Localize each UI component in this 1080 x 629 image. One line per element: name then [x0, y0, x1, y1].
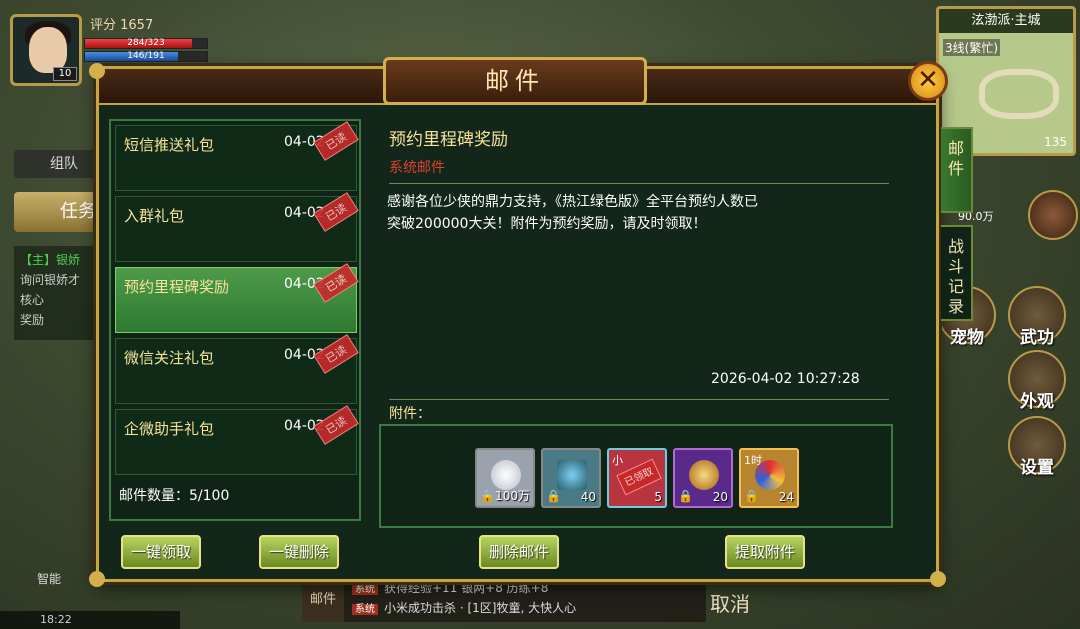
- mp-text: 146/191: [127, 51, 165, 61]
- item-qty: 40: [580, 490, 596, 504]
- mail-name: 企微助手礼包: [124, 420, 215, 438]
- flame-swirl-icon[interactable]: 1时 🔒 24: [739, 448, 799, 508]
- attachments-label: 附件：: [389, 406, 431, 422]
- settings-button-label: 设置: [1020, 458, 1054, 478]
- player-avatar[interactable]: 10: [10, 14, 82, 86]
- mail-timestamp: 2026-04-02 10:27:28: [711, 371, 860, 387]
- quest-desc: 询问银娇才: [20, 273, 81, 287]
- lock-icon: 🔒: [546, 489, 561, 503]
- mail-body-line: 感谢各位少侠的鼎力支持，《热江绿色版》全平台预约人数已: [387, 194, 758, 210]
- hp-text: 284/323: [127, 38, 165, 48]
- mail-body: 感谢各位少侠的鼎力支持，《热江绿色版》全平台预约人数已 突破200000大关！附…: [387, 191, 857, 235]
- chat-text: 小米成功击杀 · [1区]牧童, 大快人心: [384, 601, 577, 615]
- divider: [389, 183, 889, 184]
- item-top-label: 小: [612, 454, 623, 467]
- mail-item[interactable]: 短信推送礼包 04-02 已读: [115, 121, 359, 191]
- chat-strip[interactable]: 邮件 系统 获得经验+11 银两+8 历练+8 系统 小米成功击杀 · [1区]牧童…: [302, 578, 706, 622]
- item-qty: 20: [712, 490, 728, 504]
- settings-button[interactable]: 设置: [1008, 416, 1066, 478]
- server-line[interactable]: 3线(繁忙): [943, 39, 1000, 56]
- mail-list[interactable]: 短信推送礼包 04-02 已读 入群礼包 04-02 已读 预约里程碑奖励 04…: [109, 119, 361, 521]
- gold-coin-icon[interactable]: 🔒 20: [673, 448, 733, 508]
- mail-name: 入群礼包: [124, 207, 185, 225]
- read-stamp: 已读: [313, 334, 359, 374]
- minimap-coords: 135: [1044, 135, 1067, 149]
- minimap-title: 泫渤派·主城: [939, 9, 1073, 33]
- mail-item[interactable]: 微信关注礼包 04-02 已读: [115, 334, 359, 404]
- mail-item[interactable]: 企微助手礼包 04-02 已读: [115, 405, 359, 475]
- mail-item[interactable]: 入群礼包 04-02 已读: [115, 192, 359, 262]
- quest-main-line: 【主】银娇: [20, 253, 81, 267]
- clock-text: 18:22: [40, 613, 72, 626]
- mail-dialog: 邮件 ✕ 短信推送礼包 04-02 已读 入群礼包 04-02 已读 预约里程碑…: [89, 57, 973, 587]
- quest-reward-label-2: 奖励: [20, 313, 45, 327]
- read-stamp: 已读: [313, 263, 359, 303]
- corner-ornament: [89, 571, 105, 587]
- corner-ornament: [89, 63, 105, 79]
- mail-name: 微信关注礼包: [124, 349, 215, 367]
- silver-ingot-icon[interactable]: 🔒 100万: [475, 448, 535, 508]
- tab-mail[interactable]: 邮件: [941, 127, 973, 213]
- minimap-path: [979, 69, 1059, 119]
- lock-icon: 🔒: [480, 489, 495, 503]
- delete-all-button[interactable]: 一键删除: [259, 535, 340, 569]
- combat-score: 评分 1657: [90, 18, 154, 33]
- silver-ingot-art: [491, 460, 521, 490]
- chat-tag: 系统: [352, 604, 378, 615]
- item-qty: 24: [778, 490, 794, 504]
- mp-bar: 146/191: [84, 51, 208, 62]
- status-bar: 18:22: [0, 611, 180, 629]
- skill-button-label: 武功: [1020, 328, 1054, 348]
- read-stamp: 已读: [313, 121, 359, 161]
- chat-line: 系统 小米成功击杀 · [1区]牧童, 大快人心: [352, 598, 576, 620]
- auto-play-button[interactable]: 智能: [18, 548, 80, 588]
- mail-detail-title: 预约里程碑奖励: [389, 130, 508, 150]
- tab-battle-log[interactable]: 战斗记录: [941, 225, 973, 321]
- divider: [389, 399, 889, 400]
- chat-mail-tab[interactable]: 邮件: [302, 578, 344, 622]
- corner-ornament: [930, 571, 946, 587]
- mail-body-line: 突破200000大关！附件为预约奖励，请及时领取！: [387, 216, 707, 232]
- chat-text: 获得经验+11 银两+8 历练+8: [384, 581, 549, 595]
- chat-tag: 系统: [352, 584, 378, 595]
- quest-reward-label: 核心: [20, 293, 45, 307]
- hp-bar: 284/323: [84, 38, 208, 49]
- tab-battle-log-label: 战斗记录: [947, 237, 964, 316]
- cancel-button[interactable]: 取消: [710, 588, 750, 617]
- flame-swirl-art: [755, 460, 785, 490]
- attachments-box: 🔒 100万 🔒 40 小 已领取 5 🔒 20 1时 🔒 24: [379, 424, 893, 528]
- read-stamp: 已读: [313, 405, 359, 445]
- ghost-mask-icon[interactable]: 🔒 40: [541, 448, 601, 508]
- mail-name: 短信推送礼包: [124, 136, 215, 154]
- player-level: 10: [53, 67, 77, 81]
- item-qty: 5: [654, 490, 662, 504]
- close-icon[interactable]: ✕: [908, 61, 948, 101]
- ghost-mask-art: [557, 460, 587, 490]
- skill-button[interactable]: 武功: [1008, 286, 1066, 348]
- mail-type-tag: 系统邮件: [389, 160, 445, 176]
- tab-mail-label: 邮件: [947, 139, 964, 178]
- mail-count: 邮件数量：5/100: [119, 488, 230, 504]
- pet-button-label: 宠物: [950, 328, 984, 348]
- read-stamp: 已读: [313, 192, 359, 232]
- appearance-button[interactable]: 外观: [1008, 350, 1066, 412]
- delete-mail-button[interactable]: 删除邮件: [479, 535, 560, 569]
- red-gem-icon[interactable]: 小 已领取 5: [607, 448, 667, 508]
- mail-name: 预约里程碑奖励: [124, 278, 230, 296]
- take-attachment-button[interactable]: 提取附件: [725, 535, 806, 569]
- mail-item-selected[interactable]: 预约里程碑奖励 04-02 已读: [115, 263, 359, 333]
- dialog-title: 邮件: [383, 57, 647, 105]
- diamond-menu-icon[interactable]: [1028, 190, 1078, 240]
- appearance-button-label: 外观: [1020, 392, 1054, 412]
- lock-icon: 🔒: [744, 489, 759, 503]
- claim-all-button[interactable]: 一键领取: [121, 535, 202, 569]
- lock-icon: 🔒: [678, 489, 693, 503]
- gold-coin-art: [689, 460, 719, 490]
- item-qty: 100万: [495, 489, 530, 503]
